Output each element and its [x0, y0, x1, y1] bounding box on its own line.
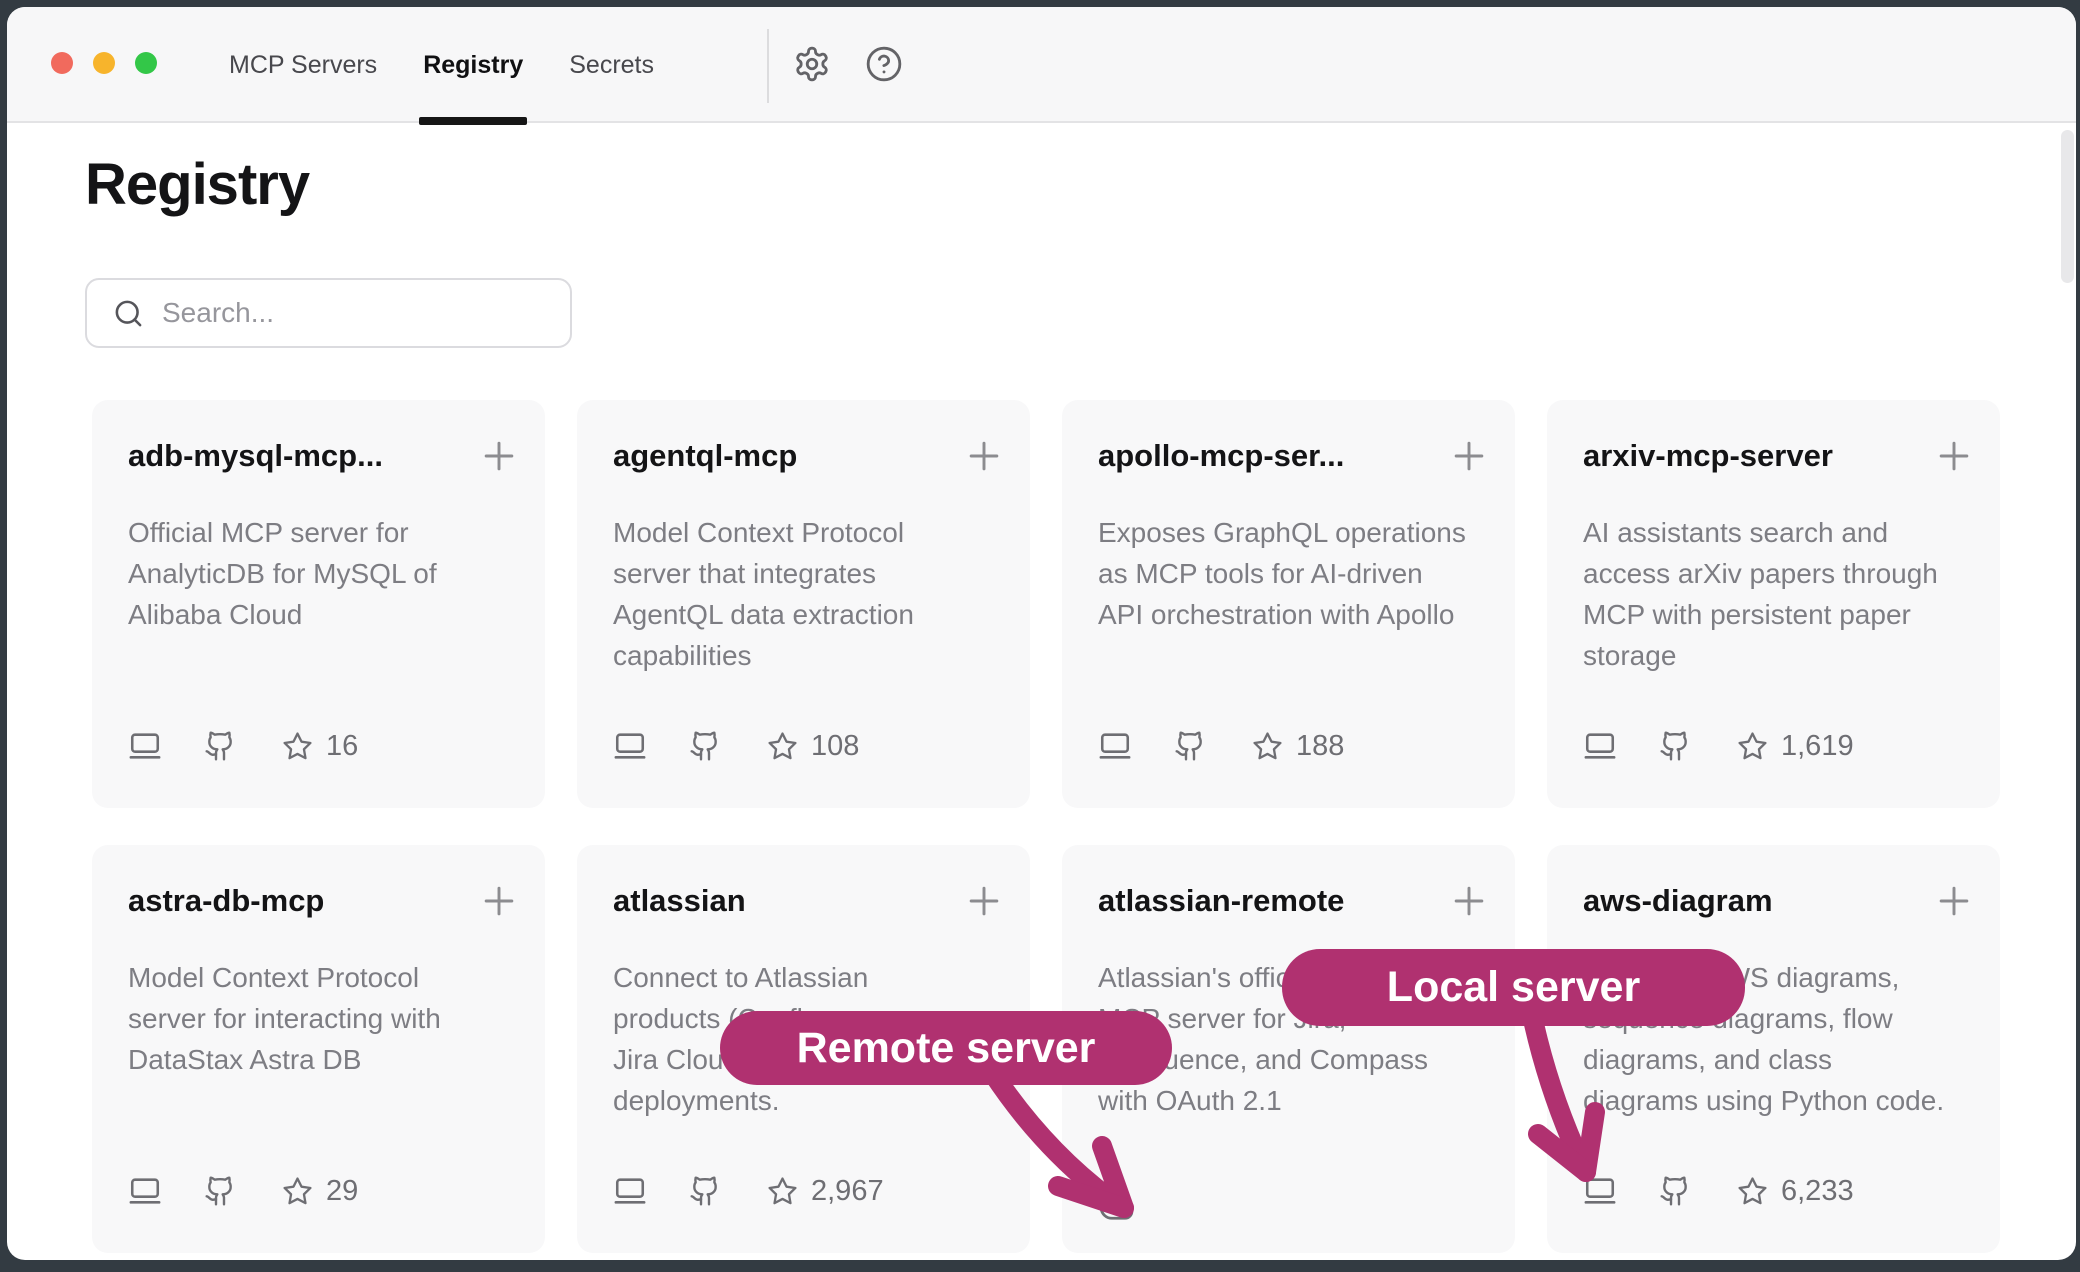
server-meta-row: 108	[613, 726, 859, 766]
server-card-arxiv-mcp-server[interactable]: arxiv-mcp-server AI assistants search and…	[1547, 400, 2000, 808]
search-input[interactable]	[162, 297, 550, 329]
laptop-icon	[128, 729, 162, 763]
server-card-adb-mysql-mcp[interactable]: adb-mysql-mcp... Official MCP server for …	[92, 400, 545, 808]
star-icon	[1252, 731, 1283, 762]
add-server-button[interactable]	[477, 879, 521, 923]
github-icon	[1659, 1175, 1691, 1207]
add-server-button[interactable]	[1932, 434, 1976, 478]
add-server-button[interactable]	[962, 434, 1006, 478]
star-icon	[1737, 1176, 1768, 1207]
server-description: Exposes GraphQL operations as MCP tools …	[1098, 512, 1489, 635]
star-count: 108	[811, 730, 859, 763]
add-server-button[interactable]	[1447, 434, 1491, 478]
star-icon	[282, 731, 313, 762]
star-icon	[767, 1176, 798, 1207]
local-server-callout: Local server	[1282, 949, 1745, 1026]
server-description: Official MCP server for AnalyticDB for M…	[128, 512, 519, 635]
server-meta-row: 6,233	[1583, 1171, 1854, 1211]
server-card-aws-diagram[interactable]: aws-diagramGenerate AWS diagrams, sequen…	[1547, 845, 2000, 1253]
laptop-icon	[613, 1174, 647, 1208]
server-meta-row	[1098, 1187, 1135, 1227]
add-server-button[interactable]	[1447, 879, 1491, 923]
server-meta-row: 2,967	[613, 1171, 884, 1211]
server-description: Model Context Protocol server for intera…	[128, 957, 519, 1080]
server-name: arxiv-mcp-server	[1583, 438, 1908, 474]
github-icon	[689, 1175, 721, 1207]
star-count: 16	[326, 730, 358, 763]
search-icon	[113, 298, 144, 329]
minimize-button[interactable]	[93, 52, 115, 74]
star-icon	[767, 731, 798, 762]
server-name: adb-mysql-mcp...	[128, 438, 453, 474]
server-name: astra-db-mcp	[128, 883, 453, 919]
server-meta-row: 29	[128, 1171, 358, 1211]
zoom-button[interactable]	[135, 52, 157, 74]
server-name: apollo-mcp-ser...	[1098, 438, 1423, 474]
star-count: 2,967	[811, 1175, 884, 1208]
star-count: 6,233	[1781, 1175, 1854, 1208]
toolbar: MCP Servers Registry Secrets	[7, 7, 2076, 123]
search-box	[85, 278, 572, 348]
add-server-button[interactable]	[1932, 879, 1976, 923]
server-meta-row: 188	[1098, 726, 1344, 766]
laptop-icon	[1583, 729, 1617, 763]
star-icon	[282, 1176, 313, 1207]
tab-secrets[interactable]: Secrets	[569, 7, 654, 123]
server-name: atlassian-remote	[1098, 883, 1423, 919]
tab-bar: MCP Servers Registry Secrets	[229, 7, 654, 123]
screenshot-root: { "window": { "traffic_lights": [ { "nam…	[0, 0, 2080, 1272]
tab-mcp-servers[interactable]: MCP Servers	[229, 7, 377, 123]
server-card-apollo-mcp-ser[interactable]: apollo-mcp-ser... Exposes GraphQL operati…	[1062, 400, 1515, 808]
server-name: aws-diagram	[1583, 883, 1908, 919]
add-server-button[interactable]	[962, 879, 1006, 923]
star-count: 29	[326, 1175, 358, 1208]
star-count: 188	[1296, 730, 1344, 763]
star-count: 1,619	[1781, 730, 1854, 763]
toolbar-divider	[767, 29, 769, 103]
server-meta-row: 1,619	[1583, 726, 1854, 766]
server-card-astra-db-mcp[interactable]: astra-db-mcp Model Context Protocol serve…	[92, 845, 545, 1253]
help-icon[interactable]	[865, 45, 903, 83]
laptop-icon	[1098, 729, 1132, 763]
registry-card-grid: adb-mysql-mcp... Official MCP server for …	[92, 400, 2000, 1253]
page-title: Registry	[85, 155, 309, 215]
server-name: agentql-mcp	[613, 438, 938, 474]
github-icon	[204, 1175, 236, 1207]
github-icon	[204, 730, 236, 762]
server-name: atlassian	[613, 883, 938, 919]
vertical-scrollbar[interactable]	[2061, 130, 2074, 283]
server-description: AI assistants search and access arXiv pa…	[1583, 512, 1974, 676]
cloud-icon	[1098, 1189, 1135, 1226]
server-description: Model Context Protocol server that integ…	[613, 512, 1004, 676]
laptop-icon	[613, 729, 647, 763]
remote-server-callout: Remote server	[720, 1011, 1172, 1085]
github-icon	[1174, 730, 1206, 762]
settings-gear-icon[interactable]	[793, 45, 831, 83]
tab-registry[interactable]: Registry	[423, 7, 523, 123]
close-button[interactable]	[51, 52, 73, 74]
traffic-lights	[51, 52, 157, 74]
laptop-icon	[128, 1174, 162, 1208]
github-icon	[1659, 730, 1691, 762]
github-icon	[689, 730, 721, 762]
laptop-icon	[1583, 1174, 1617, 1208]
add-server-button[interactable]	[477, 434, 521, 478]
star-icon	[1737, 731, 1768, 762]
server-meta-row: 16	[128, 726, 358, 766]
server-card-agentql-mcp[interactable]: agentql-mcp Model Context Protocol server…	[577, 400, 1030, 808]
